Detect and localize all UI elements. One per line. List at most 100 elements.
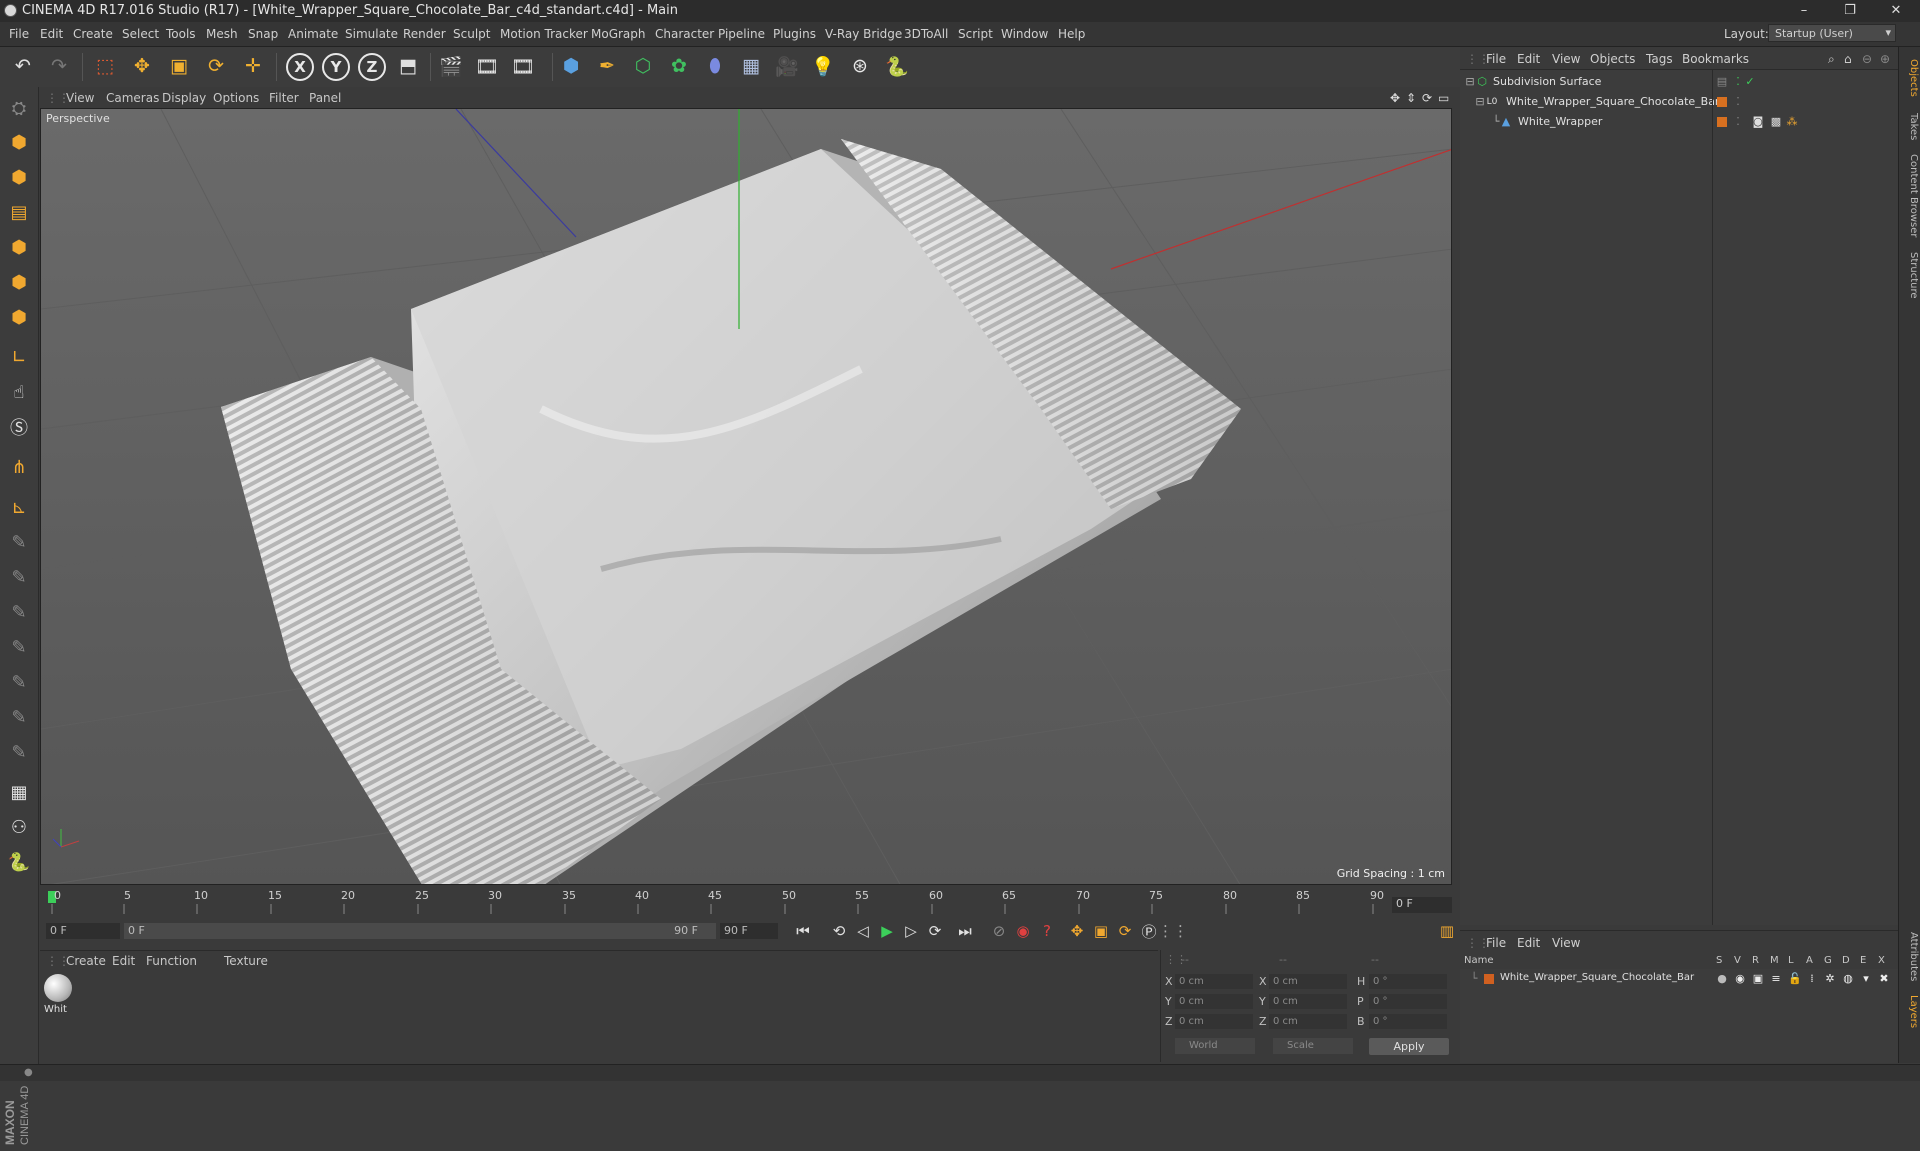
menu-mesh[interactable]: Mesh <box>206 27 238 41</box>
key-pla-icon[interactable]: ⋮⋮ <box>1158 921 1188 941</box>
tab-objects[interactable]: Objects <box>1901 53 1919 103</box>
layer-column-render[interactable]: R <box>1752 955 1759 966</box>
object-row[interactable]: └ ▲ White_Wrapper ⁚ ◙ ▩ ⁂ <box>1460 113 1898 131</box>
viewport-rotate-icon[interactable]: ⟳ <box>1422 91 1432 105</box>
layer-color-swatch[interactable] <box>1717 117 1727 127</box>
menu-tools[interactable]: Tools <box>166 27 196 41</box>
size-z-field[interactable]: 0 cm <box>1269 1014 1347 1029</box>
size-y-field[interactable]: 0 cm <box>1269 994 1347 1009</box>
end-frame-field[interactable]: 90 F <box>720 923 778 939</box>
view-toggle-icon[interactable]: ◉ <box>1734 973 1746 985</box>
pen-spline-icon[interactable]: ✒ <box>592 51 622 81</box>
deformers-toggle-icon[interactable]: ◍ <box>1842 973 1854 985</box>
lm-menu-file[interactable]: File <box>1486 936 1506 950</box>
viewport-menu-view[interactable]: View <box>66 91 94 105</box>
position-z-field[interactable]: 0 cm <box>1175 1014 1253 1029</box>
python-icon[interactable]: 🐍 <box>882 51 912 81</box>
position-y-field[interactable]: 0 cm <box>1175 994 1253 1009</box>
viewport-menu-display[interactable]: Display <box>162 91 206 105</box>
menu-snap[interactable]: Snap <box>248 27 278 41</box>
axis-mode-icon[interactable]: ∟ <box>4 342 34 372</box>
expressions-toggle-icon[interactable]: ▾ <box>1860 973 1872 985</box>
menu-character[interactable]: Character <box>655 27 714 41</box>
sculpt-grab-icon[interactable]: ✎ <box>4 737 34 767</box>
viewport-maximize-icon[interactable]: ▭ <box>1438 91 1449 105</box>
layout-dropdown[interactable]: Startup (User) ▾ <box>1768 24 1896 42</box>
layer-column-locked[interactable]: L <box>1788 955 1794 966</box>
texture-mode-icon[interactable]: ⬢ <box>4 162 34 192</box>
tab-attributes[interactable]: Attributes <box>1901 927 1919 987</box>
rotation-b-field[interactable]: 0 ° <box>1369 1014 1447 1029</box>
key-rotation-icon[interactable]: ⟳ <box>1114 921 1136 941</box>
visibility-dots-icon[interactable]: ⁚ <box>1732 116 1744 128</box>
home-icon[interactable]: ⌂ <box>1844 52 1852 66</box>
frame-range-slider[interactable]: 0 F 90 F <box>124 923 716 939</box>
layer-tag-icon[interactable]: ▤ <box>1716 76 1728 88</box>
points-mode-icon[interactable]: ⬢ <box>4 232 34 262</box>
lock-toggle-icon[interactable]: 🔓 <box>1788 973 1802 985</box>
live-selection-icon[interactable]: ⬚ <box>90 51 120 81</box>
deformer-icon[interactable]: ⬮ <box>700 51 730 81</box>
edges-mode-icon[interactable]: ⬢ <box>4 267 34 297</box>
render-picture-viewer-icon[interactable]: 🎞 <box>472 51 502 81</box>
render-view-icon[interactable]: 🎬 <box>436 51 466 81</box>
size-x-field[interactable]: 0 cm <box>1269 974 1347 989</box>
viewport-menu-cameras[interactable]: Cameras <box>106 91 159 105</box>
render-settings-icon[interactable]: 🎞 <box>508 51 538 81</box>
menu-help[interactable]: Help <box>1058 27 1085 41</box>
viewport-menu-panel[interactable]: Panel <box>309 91 341 105</box>
menu-mograph[interactable]: MoGraph <box>591 27 646 41</box>
rotate-tool-icon[interactable]: ⟳ <box>201 51 231 81</box>
om-menu-file[interactable]: File <box>1486 52 1506 66</box>
next-frame-icon[interactable]: ▷ <box>900 921 922 941</box>
camera-icon[interactable]: 🎥 <box>772 51 802 81</box>
make-editable-icon[interactable]: ⛭ <box>4 93 34 123</box>
enabled-check-icon[interactable]: ✓ <box>1744 76 1756 88</box>
om-menu-objects[interactable]: Objects <box>1590 52 1635 66</box>
menu-script[interactable]: Script <box>958 27 993 41</box>
polygons-mode-icon[interactable]: ⬢ <box>4 302 34 332</box>
layer-name-header[interactable]: Name <box>1464 955 1494 966</box>
timeline-window-icon[interactable]: ▥ <box>1436 921 1458 941</box>
material-menu-create[interactable]: Create <box>66 954 106 968</box>
z-axis-lock-button[interactable]: Z <box>358 53 386 81</box>
material-menu-texture[interactable]: Texture <box>224 954 268 968</box>
rotation-p-field[interactable]: 0 ° <box>1369 994 1447 1009</box>
menu-vray-bridge[interactable]: V-Ray Bridge <box>825 27 902 41</box>
close-button[interactable]: ✕ <box>1876 0 1916 22</box>
layer-column-view[interactable]: V <box>1734 955 1741 966</box>
om-menu-edit[interactable]: Edit <box>1517 52 1540 66</box>
layer-column-expressions[interactable]: E <box>1860 955 1866 966</box>
viewport-camera-label[interactable]: Perspective <box>46 112 110 125</box>
layer-column-xref[interactable]: X <box>1878 955 1885 966</box>
tweak-mode-icon[interactable]: ☝ <box>4 377 34 407</box>
current-frame-field[interactable]: 0 F <box>1392 897 1452 913</box>
key-position-icon[interactable]: ✥ <box>1066 921 1088 941</box>
tab-content-browser[interactable]: Content Browser <box>1901 151 1919 241</box>
object-row[interactable]: ⊟ ⬡ Subdivision Surface ▤ ⁚ ✓ <box>1460 73 1898 91</box>
menu-pipeline[interactable]: Pipeline <box>718 27 765 41</box>
generators-toggle-icon[interactable]: ✲ <box>1824 973 1836 985</box>
undo-icon[interactable]: ↶ <box>8 51 38 81</box>
collapse-icon[interactable]: ⊟ <box>1464 76 1476 88</box>
uvw-tag-icon[interactable]: ▩ <box>1770 116 1782 128</box>
move-tool-icon[interactable]: ✥ <box>127 51 157 81</box>
floor-icon[interactable]: ▦ <box>736 51 766 81</box>
collapse-icon[interactable]: ⊟ <box>1474 96 1486 108</box>
layer-column-manager[interactable]: M <box>1770 955 1779 966</box>
visibility-dots-icon[interactable]: ⁚ <box>1732 76 1744 88</box>
solo-toggle-icon[interactable]: ● <box>1716 973 1728 985</box>
workplane-mode-icon[interactable]: ▤ <box>4 197 34 227</box>
sculpt-pull-icon[interactable]: ✎ <box>4 562 34 592</box>
position-x-field[interactable]: 0 cm <box>1175 974 1253 989</box>
viewport-zoom-icon[interactable]: ⇕ <box>1406 91 1416 105</box>
menu-sculpt[interactable]: Sculpt <box>453 27 490 41</box>
menu-render[interactable]: Render <box>403 27 446 41</box>
object-manager-column-divider[interactable] <box>1712 70 1713 925</box>
autokey-icon[interactable]: ◉ <box>1012 921 1034 941</box>
material-tag-icon[interactable]: ◙ <box>1752 116 1764 128</box>
snap-icon[interactable]: Ⓢ <box>4 412 34 442</box>
record-keys-icon[interactable]: ⊘ <box>988 921 1010 941</box>
menu-create[interactable]: Create <box>73 27 113 41</box>
animation-toggle-icon[interactable]: ⁞ <box>1806 973 1818 985</box>
